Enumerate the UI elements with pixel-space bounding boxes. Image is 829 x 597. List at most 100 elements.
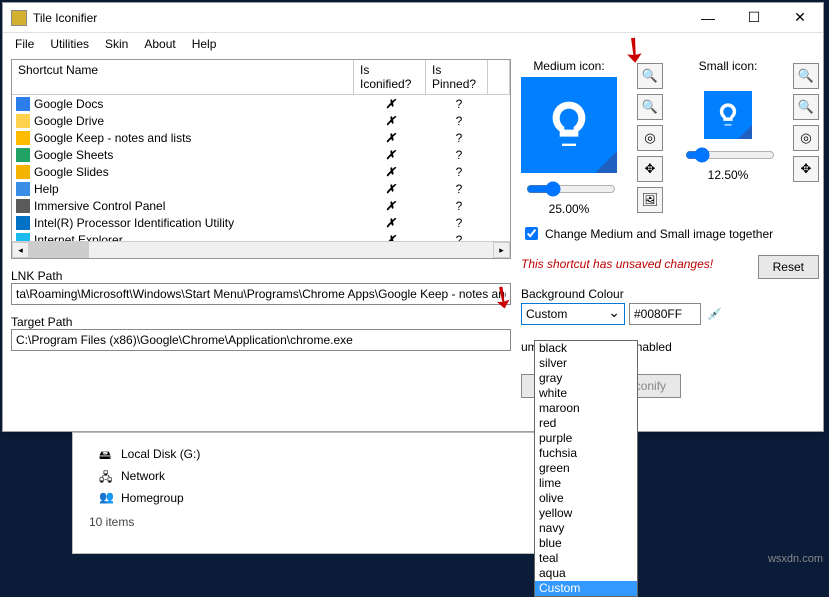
main-window: Tile Iconifier — ☐ ✕ File Utilities Skin… xyxy=(2,2,824,432)
small-slider[interactable] xyxy=(683,145,773,166)
table-row[interactable]: Immersive Control Panel✗? xyxy=(12,197,510,214)
zoom-in-button[interactable]: 🔍 xyxy=(637,63,663,89)
dropdown-option[interactable]: aqua xyxy=(535,566,637,581)
zoom-in-button-sm[interactable]: 🔍 xyxy=(793,63,819,89)
zoom-out-button[interactable]: 🔍 xyxy=(637,94,663,120)
dropdown-option[interactable]: yellow xyxy=(535,506,637,521)
scroll-track[interactable] xyxy=(89,242,493,258)
menu-file[interactable]: File xyxy=(9,35,40,53)
bg-colour-select[interactable]: Custom xyxy=(521,303,625,325)
scroll-right-arrow[interactable]: ▸ xyxy=(493,242,510,258)
sync-checkbox[interactable] xyxy=(525,227,538,240)
menu-utilities[interactable]: Utilities xyxy=(44,35,95,53)
shortcut-grid[interactable]: Shortcut Name Is Iconified? Is Pinned? G… xyxy=(11,59,511,259)
shortcut-name: Google Slides xyxy=(34,165,109,179)
center-button-sm[interactable]: ◎ xyxy=(793,125,819,151)
eyedropper-icon[interactable]: 💉 xyxy=(707,307,722,321)
dropdown-option[interactable]: maroon xyxy=(535,401,637,416)
table-row[interactable]: Google Docs✗? xyxy=(12,95,510,112)
iconified-cell: ✗ xyxy=(354,148,427,162)
reset-button[interactable]: Reset xyxy=(758,255,819,279)
dropdown-option[interactable]: Custom xyxy=(535,581,637,596)
lnk-path-field[interactable] xyxy=(11,283,511,305)
col-is-pinned[interactable]: Is Pinned? xyxy=(426,60,488,94)
dropdown-option[interactable]: red xyxy=(535,416,637,431)
app-icon xyxy=(16,182,30,196)
table-row[interactable]: Help✗? xyxy=(12,180,510,197)
table-row[interactable]: Internet Explorer✗? xyxy=(12,231,510,241)
window-title: Tile Iconifier xyxy=(33,11,685,25)
dropdown-option[interactable]: silver xyxy=(535,356,637,371)
scroll-thumb[interactable] xyxy=(29,242,89,258)
app-icon xyxy=(16,233,30,242)
horizontal-scrollbar[interactable]: ◂ ▸ xyxy=(12,241,510,258)
browse-button[interactable]: 🖼 xyxy=(637,187,663,213)
iconified-cell: ✗ xyxy=(354,97,427,111)
pinned-cell: ? xyxy=(427,199,491,213)
small-zoom-pct: 12.50% xyxy=(708,168,749,182)
app-icon xyxy=(16,165,30,179)
app-icon xyxy=(16,131,30,145)
minimize-button[interactable]: — xyxy=(685,3,731,33)
overlay-corner-icon xyxy=(738,125,752,139)
app-icon xyxy=(16,148,30,162)
app-icon xyxy=(16,216,30,230)
tree-item-disk[interactable]: 🖴Local Disk (G:) xyxy=(89,443,603,465)
app-icon xyxy=(16,199,30,213)
status-bar: 10 items xyxy=(89,515,603,529)
watermark: wsxdn.com xyxy=(768,553,823,565)
bg-colour-label: Background Colour xyxy=(521,287,819,301)
table-row[interactable]: Google Keep - notes and lists✗? xyxy=(12,129,510,146)
menu-help[interactable]: Help xyxy=(186,35,223,53)
bg-hex-field[interactable] xyxy=(629,303,701,325)
titlebar: Tile Iconifier — ☐ ✕ xyxy=(3,3,823,33)
table-row[interactable]: Intel(R) Processor Identification Utilit… xyxy=(12,214,510,231)
zoom-out-button-sm[interactable]: 🔍 xyxy=(793,94,819,120)
medium-icon-label: Medium icon: xyxy=(533,59,604,73)
dropdown-option[interactable]: fuchsia xyxy=(535,446,637,461)
dropdown-option[interactable]: olive xyxy=(535,491,637,506)
table-row[interactable]: Google Slides✗? xyxy=(12,163,510,180)
iconified-cell: ✗ xyxy=(354,131,427,145)
table-row[interactable]: Google Drive✗? xyxy=(12,112,510,129)
menu-about[interactable]: About xyxy=(138,35,181,53)
small-icon-preview[interactable] xyxy=(704,91,752,139)
lnk-path-label: LNK Path xyxy=(11,269,511,283)
table-row[interactable]: Google Sheets✗? xyxy=(12,146,510,163)
drive-icon: 🖴 xyxy=(99,446,115,462)
bg-colour-dropdown[interactable]: blacksilvergraywhitemaroonredpurplefuchs… xyxy=(534,340,638,597)
dropdown-option[interactable]: gray xyxy=(535,371,637,386)
iconified-cell: ✗ xyxy=(354,233,427,242)
pinned-cell: ? xyxy=(427,114,491,128)
shortcut-name: Google Sheets xyxy=(34,148,113,162)
dropdown-option[interactable]: blue xyxy=(535,536,637,551)
homegroup-icon: 👥 xyxy=(99,490,115,506)
tree-item-network[interactable]: 🖧Network xyxy=(89,465,603,487)
center-button[interactable]: ◎ xyxy=(637,125,663,151)
dropdown-option[interactable]: navy xyxy=(535,521,637,536)
medium-zoom-pct: 25.00% xyxy=(549,202,590,216)
col-shortcut-name[interactable]: Shortcut Name xyxy=(12,60,354,94)
medium-icon-preview[interactable] xyxy=(521,77,617,173)
overlay-corner-icon xyxy=(595,151,617,173)
menubar: File Utilities Skin About Help xyxy=(3,33,823,55)
network-icon: 🖧 xyxy=(99,468,115,484)
dropdown-option[interactable]: lime xyxy=(535,476,637,491)
close-button[interactable]: ✕ xyxy=(777,3,823,33)
menu-skin[interactable]: Skin xyxy=(99,35,134,53)
dropdown-option[interactable]: white xyxy=(535,386,637,401)
medium-slider[interactable] xyxy=(524,179,614,200)
dropdown-option[interactable]: teal xyxy=(535,551,637,566)
tree-item-homegroup[interactable]: 👥Homegroup xyxy=(89,487,603,509)
move-button[interactable]: ✥ xyxy=(637,156,663,182)
dropdown-option[interactable]: green xyxy=(535,461,637,476)
dropdown-option[interactable]: purple xyxy=(535,431,637,446)
dropdown-option[interactable]: black xyxy=(535,341,637,356)
col-is-iconified[interactable]: Is Iconified? xyxy=(354,60,426,94)
pinned-cell: ? xyxy=(427,165,491,179)
move-button-sm[interactable]: ✥ xyxy=(793,156,819,182)
shortcut-name: Google Drive xyxy=(34,114,104,128)
maximize-button[interactable]: ☐ xyxy=(731,3,777,33)
target-path-field[interactable] xyxy=(11,329,511,351)
scroll-left-arrow[interactable]: ◂ xyxy=(12,242,29,258)
